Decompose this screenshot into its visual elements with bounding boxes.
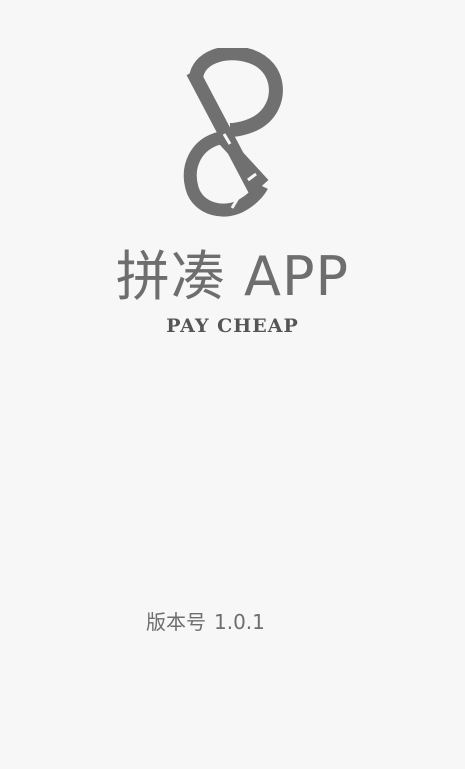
pp-monogram-icon bbox=[183, 48, 283, 217]
app-tagline: PAY CHEAP bbox=[166, 315, 299, 337]
app-name: 拼凑 APP bbox=[115, 245, 350, 308]
version-label: 版本号 bbox=[146, 610, 206, 634]
splash-screen: 拼凑 APP PAY CHEAP 版本号 1.0.1 bbox=[0, 0, 465, 769]
version-number: 1.0.1 bbox=[214, 610, 265, 634]
version-info: 版本号 1.0.1 bbox=[146, 607, 265, 637]
